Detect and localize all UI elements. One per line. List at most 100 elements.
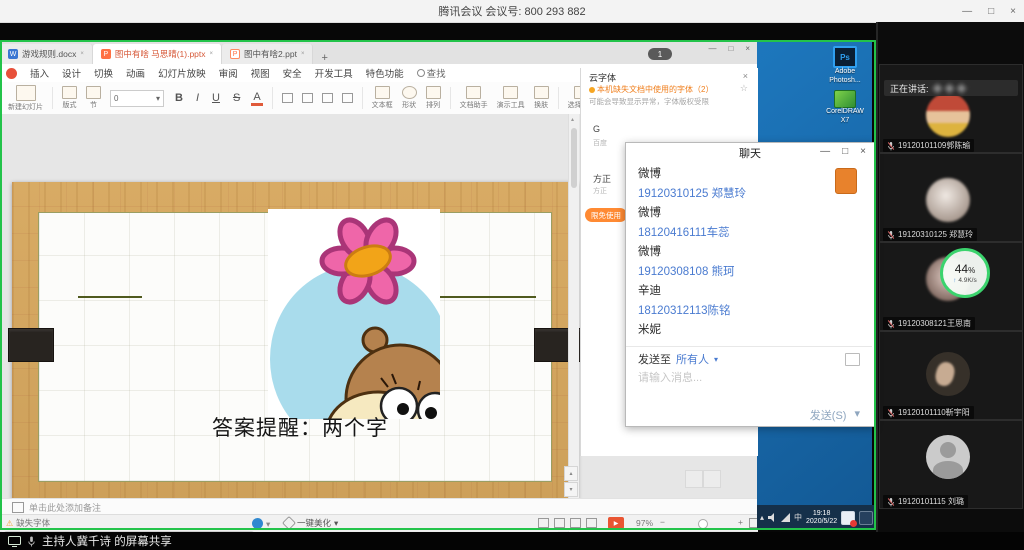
slide-picture[interactable] xyxy=(268,209,440,419)
font-color-button[interactable]: A xyxy=(251,91,262,106)
tray-app-icon[interactable] xyxy=(841,511,855,525)
menu-slideshow[interactable]: 幻灯片放映 xyxy=(158,66,206,80)
new-tab-button[interactable]: + xyxy=(321,52,327,64)
desktop-icon-coreldraw[interactable]: CorelDRAW X7 xyxy=(820,90,870,125)
star-icon[interactable]: ☆ xyxy=(740,83,748,94)
desktop-icon-photoshop[interactable]: Ps Adobe Photosh... xyxy=(820,46,870,85)
tray-expand-icon[interactable]: ▴ xyxy=(760,513,764,522)
layout-button[interactable]: 版式 xyxy=(62,86,77,110)
participant-tile[interactable]: 19120101110靳宇阳 xyxy=(879,331,1023,420)
tab-ppt-active[interactable]: P 图中有啥 马思晴(1).pptx × xyxy=(93,44,222,64)
participant-tile[interactable]: 19120101109郭陈瑜 xyxy=(879,64,1023,153)
browser-mode-icon[interactable] xyxy=(252,518,263,529)
notes-view-icon[interactable] xyxy=(586,518,597,528)
participant-tile[interactable]: 19120101115 刘璐 xyxy=(879,420,1023,509)
normal-view-icon[interactable] xyxy=(538,518,549,528)
menu-design[interactable]: 设计 xyxy=(62,66,81,80)
minimize-icon[interactable]: — xyxy=(708,44,716,53)
menu-security[interactable]: 安全 xyxy=(283,66,302,80)
tab-close-icon[interactable]: × xyxy=(210,51,214,57)
new-slide-button[interactable]: 新建幻灯片 xyxy=(8,85,43,112)
underline-button[interactable]: U xyxy=(210,92,222,104)
skin-button[interactable]: 换肤 xyxy=(534,86,549,110)
chevron-down-icon[interactable]: ▾ xyxy=(714,355,718,364)
line-spacing-icon[interactable] xyxy=(342,93,353,103)
beautify-button[interactable]: 一键美化 ▾ xyxy=(284,517,338,529)
close-icon[interactable]: × xyxy=(745,44,750,53)
chevron-down-icon[interactable]: ▾ xyxy=(854,407,860,423)
wps-logo[interactable] xyxy=(6,68,17,79)
prev-slide-button[interactable]: ▴ xyxy=(564,466,578,481)
maximize-icon[interactable]: □ xyxy=(728,44,733,53)
textbox-button[interactable]: 文本框 xyxy=(372,86,393,110)
next-slide-button[interactable]: ▾ xyxy=(564,482,578,497)
shape-button[interactable]: 形状 xyxy=(402,86,417,110)
slide-canvas[interactable]: 答案提醒：两个字 xyxy=(12,182,578,504)
material-thumbnail[interactable] xyxy=(703,470,721,488)
maximize-icon[interactable]: □ xyxy=(842,146,848,157)
find-button[interactable]: 查找 xyxy=(417,66,446,80)
tab-close-icon[interactable]: × xyxy=(301,51,305,57)
scroll-up-icon[interactable]: ▴ xyxy=(571,116,574,123)
missing-fonts-status[interactable]: ⚠ 缺失字体 xyxy=(6,517,50,529)
scroll-thumb[interactable] xyxy=(571,128,577,188)
network-icon[interactable] xyxy=(781,513,790,522)
zoom-level[interactable]: 97% xyxy=(636,518,653,528)
tab-close-icon[interactable]: × xyxy=(80,51,84,57)
menu-review[interactable]: 审阅 xyxy=(219,66,238,80)
font-size-combobox[interactable]: 0 ▾ xyxy=(110,90,164,107)
chevron-down-icon[interactable]: ▾ xyxy=(266,519,270,530)
tray-app-icon[interactable] xyxy=(859,511,873,525)
menu-devtools[interactable]: 开发工具 xyxy=(315,66,353,80)
slideshow-play-button[interactable]: ▶ xyxy=(608,517,624,529)
menu-insert[interactable]: 插入 xyxy=(30,66,49,80)
chat-title: 聊天 xyxy=(739,145,761,161)
slide-caption-textbox[interactable]: 答案提醒：两个字 xyxy=(212,412,388,442)
bold-button[interactable]: B xyxy=(173,92,185,104)
italic-button[interactable]: I xyxy=(194,92,201,104)
section-button[interactable]: 节 xyxy=(86,86,101,110)
close-icon[interactable]: × xyxy=(1010,6,1016,17)
align-left-icon[interactable] xyxy=(282,93,293,103)
maximize-icon[interactable]: □ xyxy=(988,6,994,17)
tab-doc-rules[interactable]: W 游戏规则.docx × xyxy=(0,44,93,64)
zoom-slider-knob[interactable] xyxy=(698,519,708,529)
chat-input[interactable]: 请输入消息... xyxy=(638,369,702,385)
slide-sorter-icon[interactable] xyxy=(554,518,565,528)
reading-view-icon[interactable] xyxy=(570,518,581,528)
arrange-button[interactable]: 排列 xyxy=(426,86,441,110)
notes-bar[interactable]: 单击此处添加备注 xyxy=(0,498,770,515)
menu-animation[interactable]: 动画 xyxy=(126,66,145,80)
tab-ppt-2[interactable]: P 图中有啥2.ppt × xyxy=(222,44,313,64)
menu-transition[interactable]: 切换 xyxy=(94,66,113,80)
close-icon[interactable]: × xyxy=(743,71,748,81)
promo-float-icon[interactable] xyxy=(835,168,857,194)
zoom-in-icon[interactable]: + xyxy=(738,517,743,527)
textbox-icon xyxy=(375,86,390,99)
menu-features[interactable]: 特色功能 xyxy=(366,66,404,80)
photoshop-icon: Ps xyxy=(833,46,857,68)
present-tools-button[interactable]: 演示工具 xyxy=(497,86,525,110)
font-item[interactable]: 方正 xyxy=(593,172,611,185)
taskbar-clock[interactable]: 19:18 2020/5/22 xyxy=(806,510,837,526)
doc-assistant-button[interactable]: 文档助手 xyxy=(460,86,488,110)
font-item[interactable]: G xyxy=(593,124,600,134)
send-button[interactable]: 发送(S) ▾ xyxy=(810,407,860,423)
participant-tile[interactable]: 19120310125 郑慧玲 xyxy=(879,153,1023,242)
strikethrough-button[interactable]: S xyxy=(231,92,242,104)
screenshot-icon[interactable] xyxy=(845,353,860,366)
close-icon[interactable]: × xyxy=(860,146,866,157)
align-center-icon[interactable] xyxy=(302,93,313,103)
update-badge[interactable]: 1 xyxy=(648,48,672,60)
chat-message: 辛迪 xyxy=(638,282,858,302)
bullet-list-icon[interactable] xyxy=(322,93,333,103)
minimize-icon[interactable]: — xyxy=(962,6,972,17)
free-use-button[interactable]: 限免使用 xyxy=(585,208,627,222)
volume-icon[interactable] xyxy=(768,513,777,522)
minimize-icon[interactable]: — xyxy=(820,146,830,157)
material-thumbnail[interactable] xyxy=(685,470,703,488)
send-to-selector[interactable]: 所有人 xyxy=(676,351,709,367)
zoom-out-icon[interactable]: − xyxy=(660,517,665,527)
menu-view[interactable]: 视图 xyxy=(251,66,270,80)
ime-indicator[interactable]: 中 xyxy=(794,512,802,523)
